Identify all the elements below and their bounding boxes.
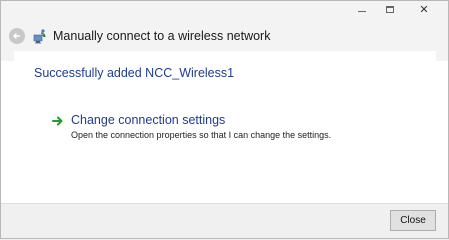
dialog-footer: Close <box>1 203 448 238</box>
back-arrow-icon <box>13 33 20 39</box>
green-arrow-icon[interactable] <box>52 115 64 127</box>
content-area: Successfully added NCC_Wireless1 Change … <box>14 51 436 203</box>
success-message: Successfully added NCC_Wireless1 <box>34 66 235 80</box>
minimize-button[interactable] <box>348 1 376 17</box>
close-icon: ✕ <box>419 2 429 16</box>
page-title: Manually connect to a wireless network <box>53 29 271 43</box>
close-button[interactable]: Close <box>390 210 436 231</box>
maximize-button[interactable] <box>376 1 404 17</box>
change-connection-settings-link[interactable]: Change connection settings <box>71 113 225 127</box>
title-row: Manually connect to a wireless network <box>1 21 448 51</box>
back-button[interactable] <box>9 28 25 44</box>
caption-buttons: ✕ <box>348 1 444 19</box>
dialog-window: ✕ Manually connect to a wireless network… <box>0 0 449 239</box>
minimize-icon <box>358 11 366 12</box>
wireless-network-icon <box>33 28 47 44</box>
maximize-icon <box>386 5 394 13</box>
change-connection-settings-description: Open the connection properties so that I… <box>71 130 332 140</box>
close-window-button[interactable]: ✕ <box>404 1 444 17</box>
